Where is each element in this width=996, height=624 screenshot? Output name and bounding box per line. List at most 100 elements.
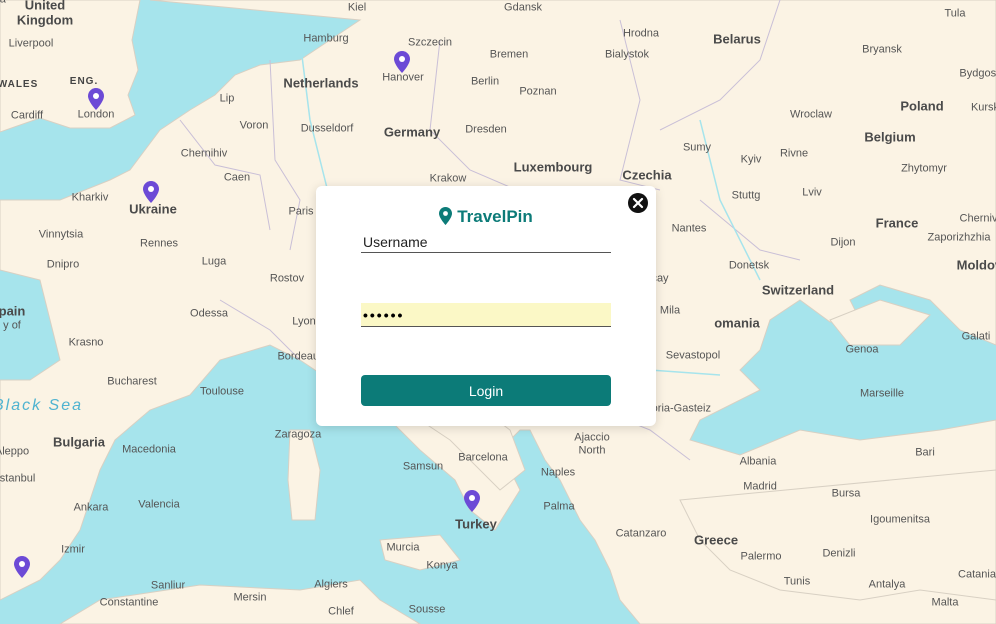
map-label: omania (714, 315, 760, 331)
map-label: Belgium (864, 129, 916, 145)
map-label: Konya (426, 559, 458, 572)
map-label: Rennes (140, 237, 178, 250)
map-label: Krakow (429, 172, 467, 185)
map-label: Greece (693, 532, 739, 548)
map-label: Samsun (402, 460, 444, 473)
map-pin-spain-south[interactable] (14, 556, 30, 578)
map-label: Turkey (455, 516, 497, 532)
map-label: Moldova (956, 257, 996, 273)
map-label: WALES (0, 79, 39, 90)
password-field[interactable] (361, 303, 611, 327)
map-label: Nantes (671, 222, 707, 235)
map-label: Bryansk (862, 43, 902, 56)
map-label: Zaporizhzhia (927, 231, 991, 244)
map-label: Kingdom (16, 12, 74, 28)
map-label: Black Sea (0, 397, 84, 414)
map-label: Bursa (831, 487, 861, 500)
login-dialog: TravelPin Login (316, 186, 656, 426)
map-label: Ankara (73, 501, 109, 514)
map-label: Switzerland (761, 282, 835, 298)
map-pin-london[interactable] (88, 88, 104, 110)
map-pin-catanzaro[interactable] (464, 490, 480, 512)
map-label: Rivne (779, 147, 809, 160)
map-label: ENG. (69, 76, 99, 87)
map-label: Kyiv (740, 153, 762, 166)
map-label: Malta (931, 596, 959, 609)
map-label: Mersin (233, 591, 267, 604)
map-label: Chlef (328, 605, 354, 618)
map-label: Lip (219, 92, 235, 105)
map-label: Genoa (845, 343, 879, 356)
map-label: Valencia (138, 498, 180, 511)
brand-name: TravelPin (457, 207, 533, 226)
map-label: Dnipro (46, 258, 80, 271)
map-label: y of (3, 319, 21, 332)
map-label: Luxembourg (513, 159, 593, 175)
map-label: Berlin (470, 75, 500, 88)
map-label: Zhytomyr (901, 162, 947, 175)
map-pin-icon (439, 207, 453, 225)
map-label: Palermo (740, 550, 782, 563)
map-label: France (875, 215, 919, 231)
map-label: ca (0, 0, 6, 6)
map-label: Bydgoszcz (959, 67, 996, 80)
map-label: Constantine (99, 596, 159, 609)
map-label: Lyon (292, 315, 316, 328)
map-label: Catania (958, 568, 996, 581)
map-label: Hrodna (622, 27, 660, 40)
map-pin-berlin[interactable] (394, 51, 410, 73)
map-label: Izmir (61, 543, 85, 556)
login-button[interactable]: Login (361, 375, 611, 406)
map-label: Stuttg (731, 189, 761, 202)
map-label: Bialystok (604, 48, 650, 61)
map-label: Gdansk (504, 1, 542, 14)
map-label: Sanliur (150, 579, 186, 592)
map-label: Belarus (713, 31, 761, 47)
username-field[interactable] (361, 231, 611, 253)
map-label: Mila (659, 304, 681, 317)
map-label: Ajaccio (574, 431, 610, 444)
map-label: Macedonia (122, 443, 176, 456)
map-label: Marseille (859, 387, 905, 400)
map-label: Hamburg (303, 32, 349, 45)
map-label: Galati (961, 330, 991, 343)
map-label: London (77, 108, 115, 121)
map-label: Szczecin (407, 36, 453, 49)
map-label: Bucharest (107, 375, 157, 388)
map-label: Wroclaw (790, 108, 832, 121)
map-label: Tunis (783, 575, 811, 588)
map-label: Madrid (743, 480, 777, 493)
map-label: Luga (201, 255, 227, 268)
map-label: Sousse (408, 603, 446, 616)
app-brand: TravelPin (316, 207, 656, 227)
map-label: Vinnytsia (38, 228, 84, 241)
map-label: Bari (915, 446, 935, 459)
map-label: Lviv (802, 186, 822, 199)
map-label: Bulgaria (52, 434, 106, 450)
map-label: Poland (900, 98, 944, 114)
map-label: Murcia (386, 541, 420, 554)
map-label: Kursk (970, 101, 996, 114)
map-label: Palma (543, 500, 575, 513)
map-label: Donetsk (728, 259, 770, 272)
map-label: North (578, 444, 606, 457)
map-label: Toulouse (199, 385, 245, 398)
map-label: Antalya (868, 578, 906, 591)
map-label: Poznan (519, 85, 557, 98)
map-label: Caen (223, 171, 251, 184)
map-label: United (24, 0, 66, 13)
map-label: Tula (944, 7, 966, 20)
map-label: Algiers (314, 578, 348, 591)
map-label: Igoumenitsa (870, 513, 930, 526)
map-label: Cardiff (10, 109, 44, 122)
map-label: Paris (288, 205, 314, 218)
map-label: pain (0, 303, 26, 319)
map-pin-paris[interactable] (143, 181, 159, 203)
map-label: Kiel (347, 1, 367, 14)
map-label: Aleppo (0, 445, 30, 458)
map-label: Sevastopol (665, 349, 721, 362)
map-label: Odessa (190, 307, 228, 320)
map-label: Denizli (822, 547, 856, 560)
map-label: Germany (383, 124, 441, 140)
map-label: Chernihiv (180, 147, 228, 160)
